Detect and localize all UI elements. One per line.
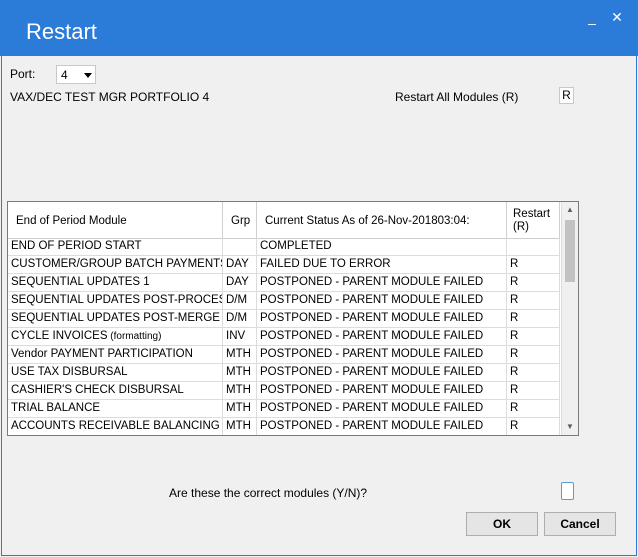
cell-grp: D/M — [223, 292, 257, 309]
port-dropdown[interactable]: 4 — [56, 65, 96, 84]
port-value: 4 — [61, 68, 68, 82]
cell-grp: D/M — [223, 310, 257, 327]
cell-restart[interactable]: R — [507, 418, 560, 435]
header-grp[interactable]: Grp — [223, 202, 257, 238]
cancel-button[interactable]: Cancel — [544, 512, 616, 536]
cell-restart[interactable]: R — [507, 346, 560, 363]
cell-restart[interactable]: R — [507, 274, 560, 291]
cell-restart[interactable]: R — [507, 382, 560, 399]
cell-grp: MTH — [223, 400, 257, 417]
vertical-scrollbar[interactable]: ▲ ▼ — [561, 202, 578, 435]
close-icon[interactable]: ✕ — [608, 8, 626, 26]
cell-status: POSTPONED - PARENT MODULE FAILED — [257, 274, 507, 291]
port-label: Port: — [10, 67, 36, 81]
chevron-down-icon — [84, 73, 92, 78]
cell-grp — [223, 238, 257, 255]
confirm-field[interactable] — [561, 482, 574, 500]
restart-all-label: Restart All Modules (R) — [395, 90, 519, 104]
header-module[interactable]: End of Period Module — [8, 202, 223, 238]
cell-module: SEQUENTIAL UPDATES POST-PROCES — [8, 292, 223, 309]
cell-status: POSTPONED - PARENT MODULE FAILED — [257, 418, 507, 435]
header-status[interactable]: Current Status As of 26-Nov-201803:04: — [257, 202, 507, 238]
cell-restart[interactable]: R — [507, 364, 560, 381]
confirm-question: Are these the correct modules (Y/N)? — [169, 486, 368, 500]
cell-status: POSTPONED - PARENT MODULE FAILED — [257, 400, 507, 417]
restart-all-field[interactable]: R — [559, 87, 574, 104]
table-row[interactable]: END OF PERIOD START COMPLETED — [8, 238, 560, 256]
cell-status: POSTPONED - PARENT MODULE FAILED — [257, 364, 507, 381]
cell-module: USE TAX DISBURSAL — [8, 364, 223, 381]
table-row[interactable]: SEQUENTIAL UPDATES POST-MERGE D/M POSTPONE… — [8, 310, 560, 328]
cell-restart[interactable]: R — [507, 292, 560, 309]
cell-restart[interactable]: R — [507, 256, 560, 273]
cell-restart[interactable]: R — [507, 400, 560, 417]
title-bar: Restart _ ✕ — [0, 0, 638, 56]
table-row[interactable]: ACCOUNTS RECEIVABLE BALANCING MTH POSTPONE… — [8, 418, 560, 435]
cell-status: COMPLETED — [257, 238, 507, 255]
cell-restart[interactable]: R — [507, 310, 560, 327]
cell-status: POSTPONED - PARENT MODULE FAILED — [257, 382, 507, 399]
cell-grp: DAY — [223, 274, 257, 291]
cell-status: POSTPONED - PARENT MODULE FAILED — [257, 346, 507, 363]
cell-module: CASHIER'S CHECK DISBURSAL — [8, 382, 223, 399]
table-row[interactable]: SEQUENTIAL UPDATES POST-PROCES D/M POSTPON… — [8, 292, 560, 310]
window-title: Restart — [26, 19, 97, 44]
minimize-icon[interactable]: _ — [583, 8, 601, 26]
cell-status: POSTPONED - PARENT MODULE FAILED — [257, 310, 507, 327]
table-row[interactable]: CASHIER'S CHECK DISBURSAL MTH POSTPONED - … — [8, 382, 560, 400]
cell-grp: MTH — [223, 418, 257, 435]
table-row[interactable]: Vendor PAYMENT PARTICIPATION MTH POSTPONED… — [8, 346, 560, 364]
cell-module: CUSTOMER/GROUP BATCH PAYMENTS — [8, 256, 223, 273]
scroll-up-icon[interactable]: ▲ — [562, 202, 578, 218]
cell-restart[interactable]: R — [507, 328, 560, 345]
scrollbar-thumb[interactable] — [565, 220, 575, 282]
table-row[interactable]: CYCLE INVOICES (formatting) INV POSTPONED … — [8, 328, 560, 346]
header-restart[interactable]: Restart (R) — [507, 202, 560, 238]
scroll-down-icon[interactable]: ▼ — [562, 419, 578, 435]
cell-module: END OF PERIOD START — [8, 238, 223, 255]
cell-grp: MTH — [223, 346, 257, 363]
cell-grp: MTH — [223, 364, 257, 381]
cell-module: ACCOUNTS RECEIVABLE BALANCING — [8, 418, 223, 435]
grid-header: End of Period Module Grp Current Status … — [8, 202, 560, 239]
cell-status: POSTPONED - PARENT MODULE FAILED — [257, 292, 507, 309]
cell-module: Vendor PAYMENT PARTICIPATION — [8, 346, 223, 363]
cell-grp: MTH — [223, 382, 257, 399]
cell-module: SEQUENTIAL UPDATES POST-MERGE — [8, 310, 223, 327]
table-row[interactable]: CUSTOMER/GROUP BATCH PAYMENTS DAY FAILED D… — [8, 256, 560, 274]
table-row[interactable]: TRIAL BALANCE MTH POSTPONED - PARENT MODUL… — [8, 400, 560, 418]
ok-button[interactable]: OK — [466, 512, 538, 536]
cell-grp: DAY — [223, 256, 257, 273]
cell-module: TRIAL BALANCE — [8, 400, 223, 417]
cell-module: CYCLE INVOICES (formatting) — [8, 328, 223, 345]
portfolio-name: VAX/DEC TEST MGR PORTFOLIO 4 — [10, 90, 210, 104]
cell-status: FAILED DUE TO ERROR — [257, 256, 507, 273]
table-row[interactable]: USE TAX DISBURSAL MTH POSTPONED - PARENT M… — [8, 364, 560, 382]
cell-restart[interactable] — [507, 238, 560, 255]
modules-grid: End of Period Module Grp Current Status … — [7, 201, 579, 436]
cell-status: POSTPONED - PARENT MODULE FAILED — [257, 328, 507, 345]
table-row[interactable]: SEQUENTIAL UPDATES 1 DAY POSTPONED - PAREN… — [8, 274, 560, 292]
cell-grp: INV — [223, 328, 257, 345]
cell-module: SEQUENTIAL UPDATES 1 — [8, 274, 223, 291]
